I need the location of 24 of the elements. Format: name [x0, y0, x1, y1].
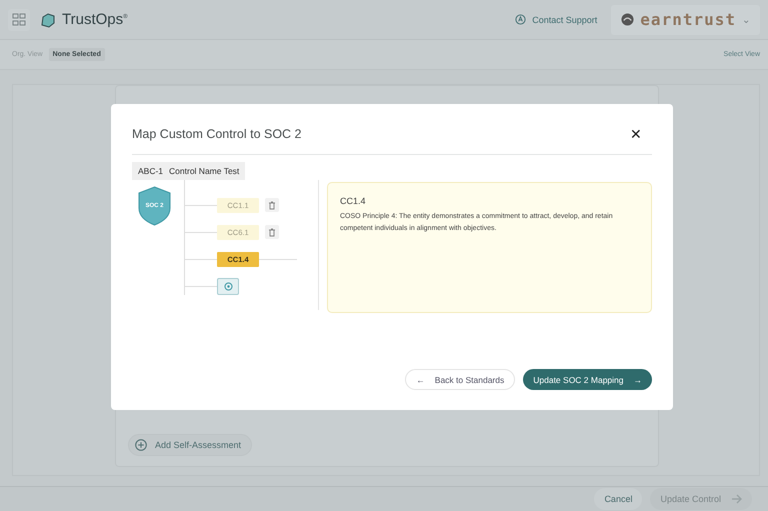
target-icon — [224, 282, 232, 292]
add-requirement-button[interactable] — [217, 278, 239, 296]
control-name: Control Name Test — [169, 166, 240, 176]
add-self-assessment-button[interactable]: Add Self-Assessment — [128, 434, 252, 456]
delete-button[interactable] — [265, 198, 279, 212]
cancel-button[interactable]: Cancel — [594, 488, 642, 510]
app-name: TrustOps$^{®}$ — [62, 11, 128, 28]
support-icon — [515, 14, 526, 25]
contact-support-link[interactable]: Contact Support — [515, 14, 598, 25]
modal-title: Map Custom Control to SOC 2 — [132, 127, 302, 141]
close-button[interactable]: ✕ — [630, 126, 652, 142]
plus-circle-icon — [135, 439, 147, 451]
control-id: ABC-1 — [138, 166, 164, 176]
back-to-standards-button[interactable]: ← Back to Standards — [405, 369, 516, 390]
trash-icon — [268, 228, 276, 237]
org-logo-icon — [621, 13, 634, 26]
org-switcher[interactable]: earntrust ⌄ — [611, 4, 760, 34]
apps-grid-icon[interactable] — [8, 8, 30, 30]
trash-icon — [268, 200, 276, 210]
requirement-title: CC1.4 — [340, 196, 367, 206]
delete-button[interactable] — [265, 225, 279, 240]
update-mapping-button[interactable]: Update SOC 2 Mapping → — [523, 369, 652, 390]
logo-icon — [40, 12, 56, 28]
arrow-right-icon — [731, 494, 742, 504]
